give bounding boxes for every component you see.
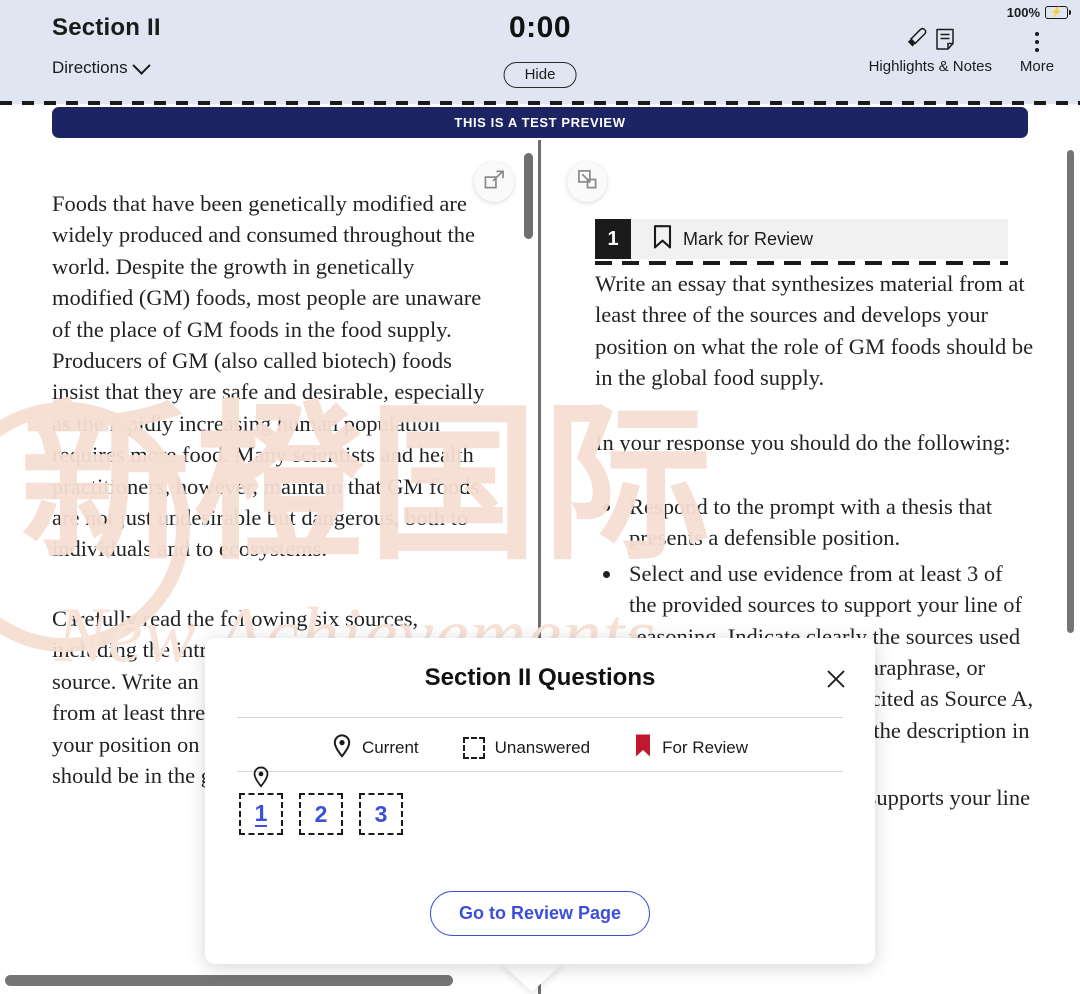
question-button-label: 1 — [254, 799, 268, 828]
horizontal-scrollbar[interactable] — [5, 975, 453, 986]
highlights-and-notes-button[interactable]: Highlights & Notes — [868, 27, 992, 75]
more-menu-button[interactable]: More — [1006, 28, 1068, 75]
question-number-badge: 1 — [595, 219, 631, 259]
legend-item-unanswered: Unanswered — [462, 737, 591, 759]
question-header-bar: 1 Mark for Review — [595, 219, 1008, 259]
question-button-1[interactable]: 1 — [239, 793, 283, 835]
modal-divider-top — [237, 717, 843, 718]
question-instruction-lead: In your response you should do the follo… — [595, 429, 1011, 455]
legend-item-for-review: For Review — [634, 733, 748, 763]
legend-item-current: Current — [332, 733, 419, 763]
highlights-icons — [869, 27, 992, 56]
question-button-3[interactable]: 3 — [359, 793, 403, 835]
highlights-and-notes-label: Highlights & Notes — [868, 58, 992, 75]
question-number-grid: 1 2 3 — [239, 766, 403, 835]
passage-paragraph-1: Foods that have been genetically modifie… — [52, 191, 485, 562]
modal-divider-bottom — [237, 771, 843, 772]
hide-timer-button[interactable]: Hide — [503, 62, 577, 88]
bookmark-icon — [653, 224, 672, 254]
legend-label-for-review: For Review — [662, 738, 749, 757]
current-position-pin-icon — [252, 766, 270, 793]
question-cell-wrapper: 1 — [239, 766, 283, 835]
more-label: More — [1019, 58, 1055, 75]
kebab-menu-icon — [1006, 28, 1068, 56]
directions-label: Directions — [52, 58, 128, 77]
chevron-down-icon — [131, 55, 151, 75]
question-button-label: 2 — [314, 800, 328, 827]
modal-title: Section II Questions — [424, 664, 656, 691]
question-prompt: Write an essay that synthesizes material… — [595, 271, 1034, 391]
top-toolbar: Section II Directions 0:00 Hide 100% ⚡ H… — [0, 0, 1080, 104]
collapse-icon — [577, 169, 598, 195]
expand-icon — [484, 169, 505, 195]
mark-for-review-label: Mark for Review — [683, 228, 814, 249]
battery-charging-icon: ⚡ — [1045, 6, 1071, 19]
section-questions-modal: Section II Questions Current Unanswered — [205, 638, 875, 964]
question-button-2[interactable]: 2 — [299, 793, 343, 835]
test-preview-banner: THIS IS A TEST PREVIEW — [52, 107, 1028, 138]
highlighter-pen-icon — [906, 27, 928, 56]
dashed-square-icon — [462, 737, 485, 759]
battery-status: 100% ⚡ — [1006, 5, 1071, 20]
bookmark-flag-icon — [634, 733, 652, 763]
status-legend: Current Unanswered For Review — [205, 733, 875, 763]
pane-resize-handle[interactable] — [524, 153, 533, 239]
question-button-label: 3 — [374, 800, 388, 827]
directions-dropdown[interactable]: Directions — [52, 55, 151, 78]
toolbar-dashed-separator — [0, 101, 1080, 105]
question-cell-wrapper: 3 — [359, 793, 403, 835]
test-app-window: 新橙国际 New Achievements Foods that have be… — [0, 0, 1080, 994]
mark-for-review-button[interactable]: Mark for Review — [653, 224, 814, 254]
question-header-dashed-rule — [595, 261, 1008, 265]
legend-label-current: Current — [361, 738, 419, 757]
legend-label-unanswered: Unanswered — [494, 738, 591, 757]
go-to-review-page-button[interactable]: Go to Review Page — [429, 891, 651, 936]
question-cell-wrapper: 2 — [299, 793, 343, 835]
collapse-question-button[interactable] — [567, 162, 607, 202]
question-bullet: Respond to the prompt with a thesis that… — [623, 491, 1035, 554]
lightning-bolt-icon: ⚡ — [1050, 6, 1063, 18]
expand-passage-button[interactable] — [474, 162, 514, 202]
location-pin-icon — [332, 733, 352, 763]
modal-pointer-tail — [500, 962, 564, 992]
right-pane-scrollbar[interactable] — [1067, 150, 1074, 633]
battery-percent-label: 100% — [1006, 5, 1040, 20]
close-icon[interactable] — [821, 664, 851, 694]
notes-icon — [935, 28, 955, 56]
